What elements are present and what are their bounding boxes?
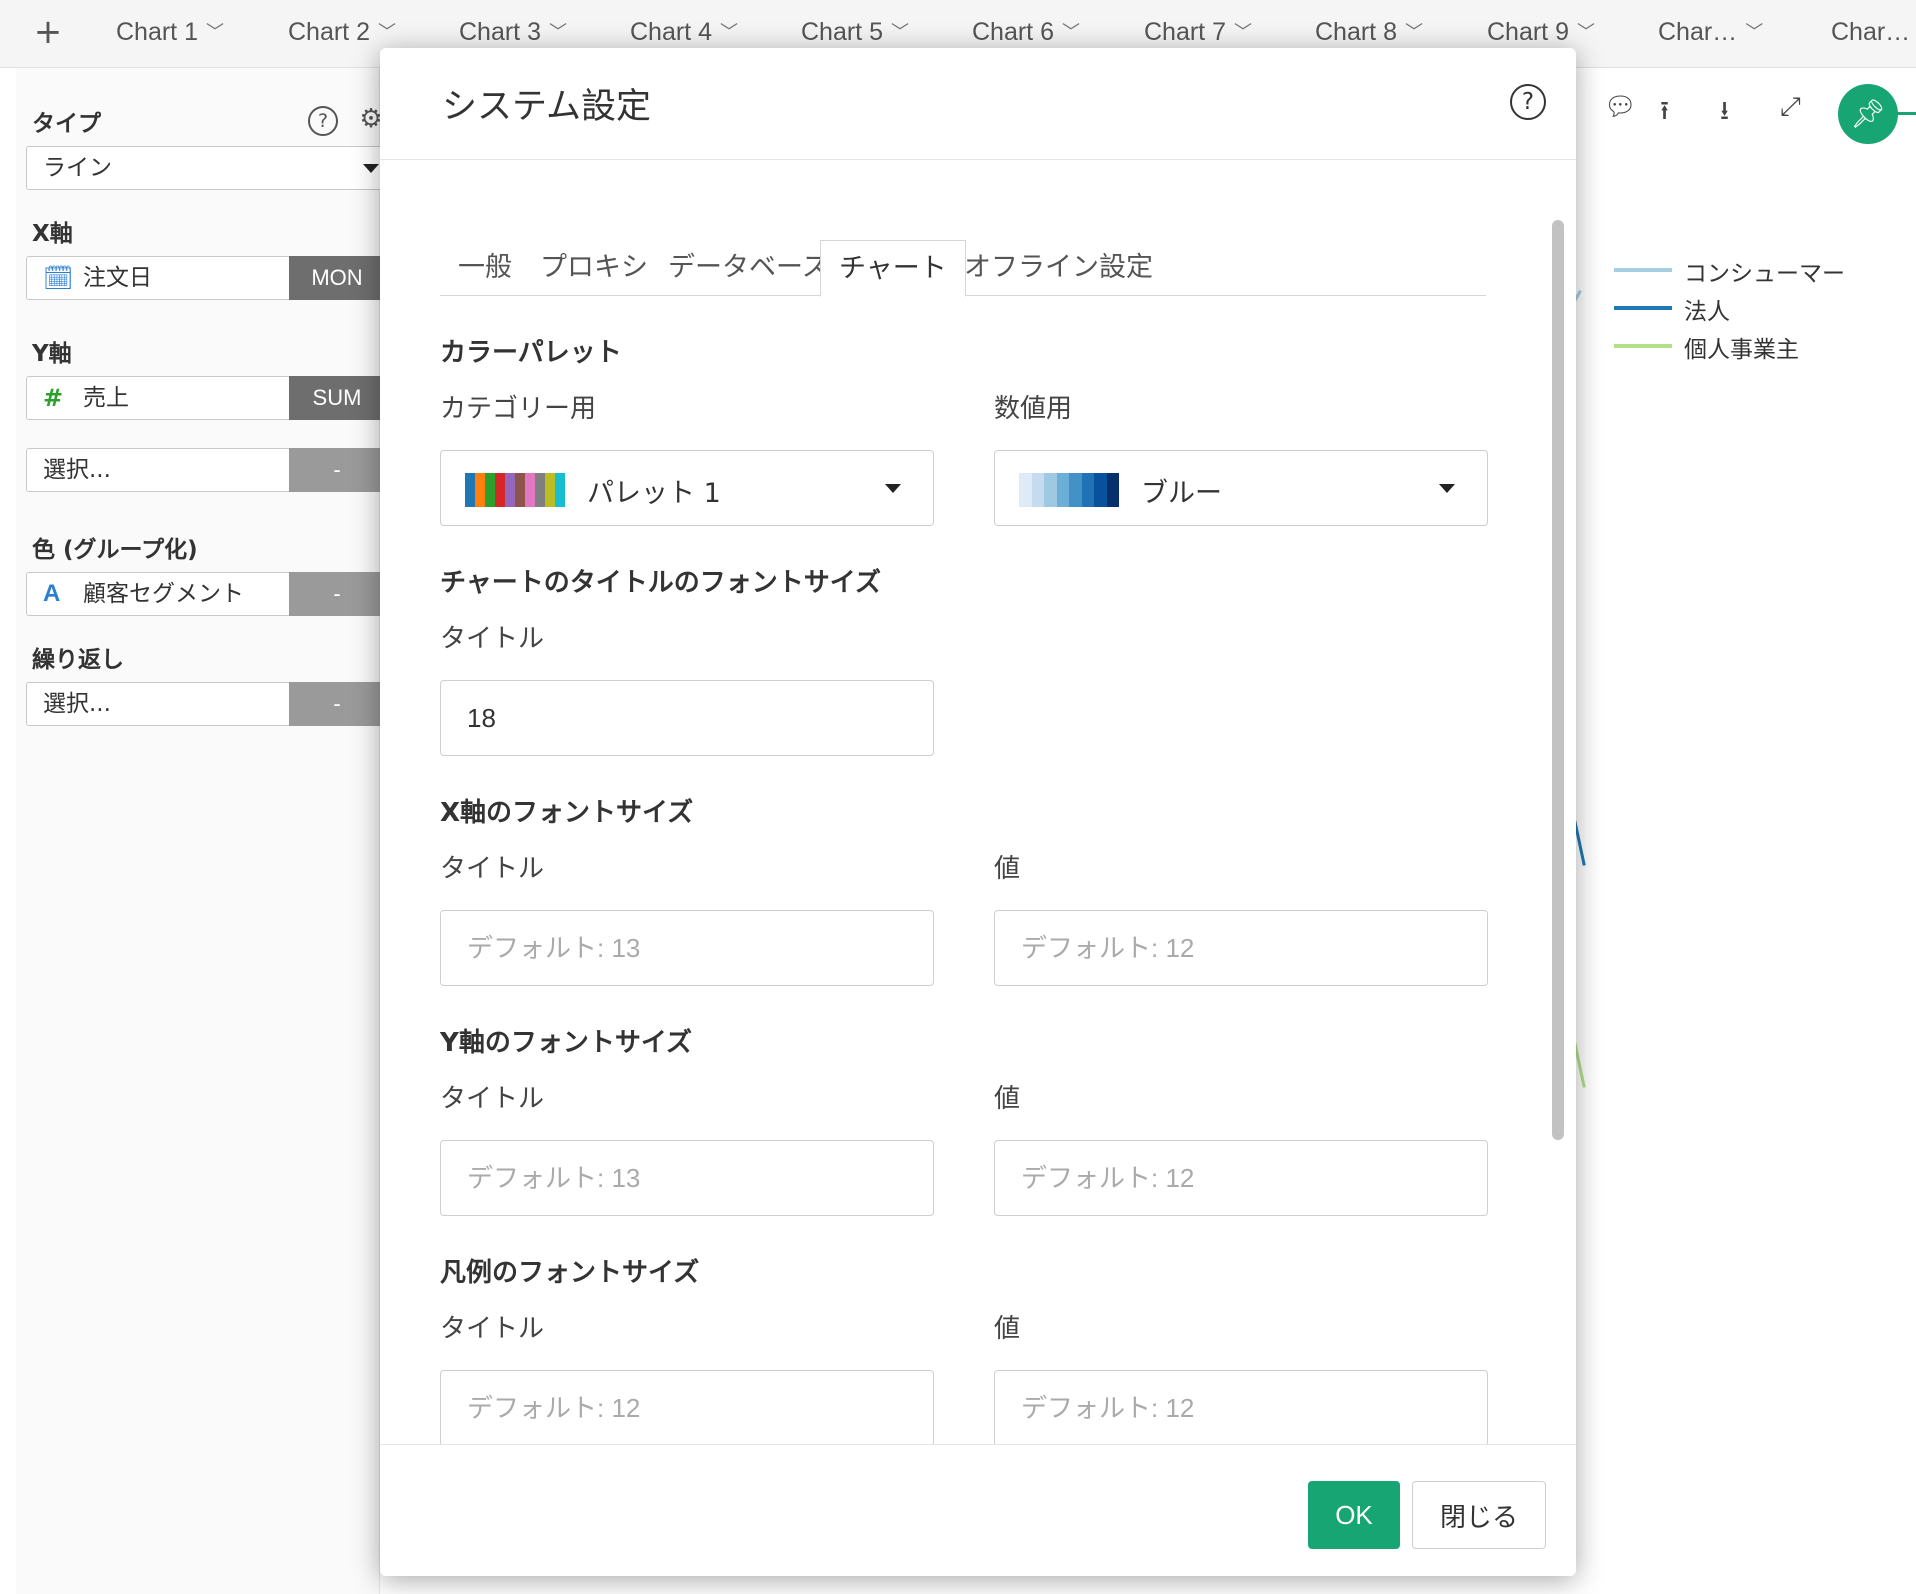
category-palette-value: パレット 1 [587, 478, 721, 509]
legend-title-label: タイトル [440, 1314, 545, 1344]
scrollbar[interactable] [1552, 220, 1564, 1140]
palette-color-swatch [1094, 473, 1107, 507]
y-title-label: タイトル [440, 1084, 545, 1114]
dialog-footer: OK 閉じる [380, 1444, 1576, 1576]
y-axis-font-heading: Y軸のフォントサイズ [440, 1028, 693, 1058]
settings-tabs: 一般 プロキシ データベース チャート オフライン設定 [440, 240, 1486, 297]
legend-title-font-input[interactable] [440, 1370, 934, 1446]
palette-swatch [465, 473, 565, 507]
y-value-font-input[interactable] [994, 1140, 1488, 1216]
palette-color-swatch [555, 473, 565, 507]
palette-color-swatch [1069, 473, 1082, 507]
legend-value-font-input[interactable] [994, 1370, 1488, 1446]
x-axis-font-heading: X軸のフォントサイズ [440, 798, 694, 828]
x-value-font-input[interactable] [994, 910, 1488, 986]
x-value-label: 値 [994, 854, 1021, 884]
palette-swatch [1019, 473, 1119, 507]
legend-value-label: 値 [994, 1314, 1021, 1344]
palette-color-swatch [1056, 473, 1069, 507]
help-icon[interactable]: ? [1510, 84, 1546, 120]
palette-color-swatch [505, 473, 515, 507]
color-palette-heading: カラーパレット [440, 338, 622, 368]
dialog-body: 一般 プロキシ データベース チャート オフライン設定 カラーパレット カテゴリ… [380, 160, 1576, 1496]
tab-database[interactable]: データベース [668, 240, 829, 296]
palette-color-swatch [1106, 473, 1119, 507]
chart-title-label: タイトル [440, 624, 545, 654]
caret-down-icon [885, 484, 901, 493]
palette-color-swatch [515, 473, 525, 507]
palette-color-swatch [495, 473, 505, 507]
palette-color-swatch [1081, 473, 1094, 507]
palette-color-swatch [1019, 473, 1032, 507]
ok-button[interactable]: OK [1308, 1481, 1400, 1549]
dialog-header: システム設定 ? [380, 48, 1576, 160]
palette-color-swatch [485, 473, 495, 507]
x-title-font-input[interactable] [440, 910, 934, 986]
x-title-label: タイトル [440, 854, 545, 884]
system-settings-dialog: システム設定 ? 一般 プロキシ データベース チャート オフライン設定 カラー… [380, 48, 1576, 1576]
tab-general[interactable]: 一般 [458, 240, 512, 296]
numeric-palette-select[interactable]: ブルー [994, 450, 1488, 526]
palette-color-swatch [1031, 473, 1044, 507]
tab-proxy[interactable]: プロキシ [540, 240, 648, 296]
chart-title-font-heading: チャートのタイトルのフォントサイズ [440, 568, 881, 598]
tab-offline[interactable]: オフライン設定 [964, 240, 1153, 296]
y-value-label: 値 [994, 1084, 1021, 1114]
legend-font-heading: 凡例のフォントサイズ [440, 1258, 700, 1288]
y-title-font-input[interactable] [440, 1140, 934, 1216]
palette-color-swatch [525, 473, 535, 507]
palette-color-swatch [475, 473, 485, 507]
palette-color-swatch [545, 473, 555, 507]
palette-color-swatch [1044, 473, 1057, 507]
caret-down-icon [1439, 484, 1455, 493]
category-palette-label: カテゴリー用 [440, 394, 597, 424]
numeric-palette-value: ブルー [1141, 478, 1222, 509]
category-palette-select[interactable]: パレット 1 [440, 450, 934, 526]
tab-chart[interactable]: チャート [820, 240, 966, 297]
close-button[interactable]: 閉じる [1412, 1481, 1546, 1549]
numeric-palette-label: 数値用 [994, 394, 1073, 424]
palette-color-swatch [465, 473, 475, 507]
dialog-title: システム設定 [442, 87, 651, 127]
chart-title-font-input[interactable] [440, 680, 934, 756]
palette-color-swatch [535, 473, 545, 507]
